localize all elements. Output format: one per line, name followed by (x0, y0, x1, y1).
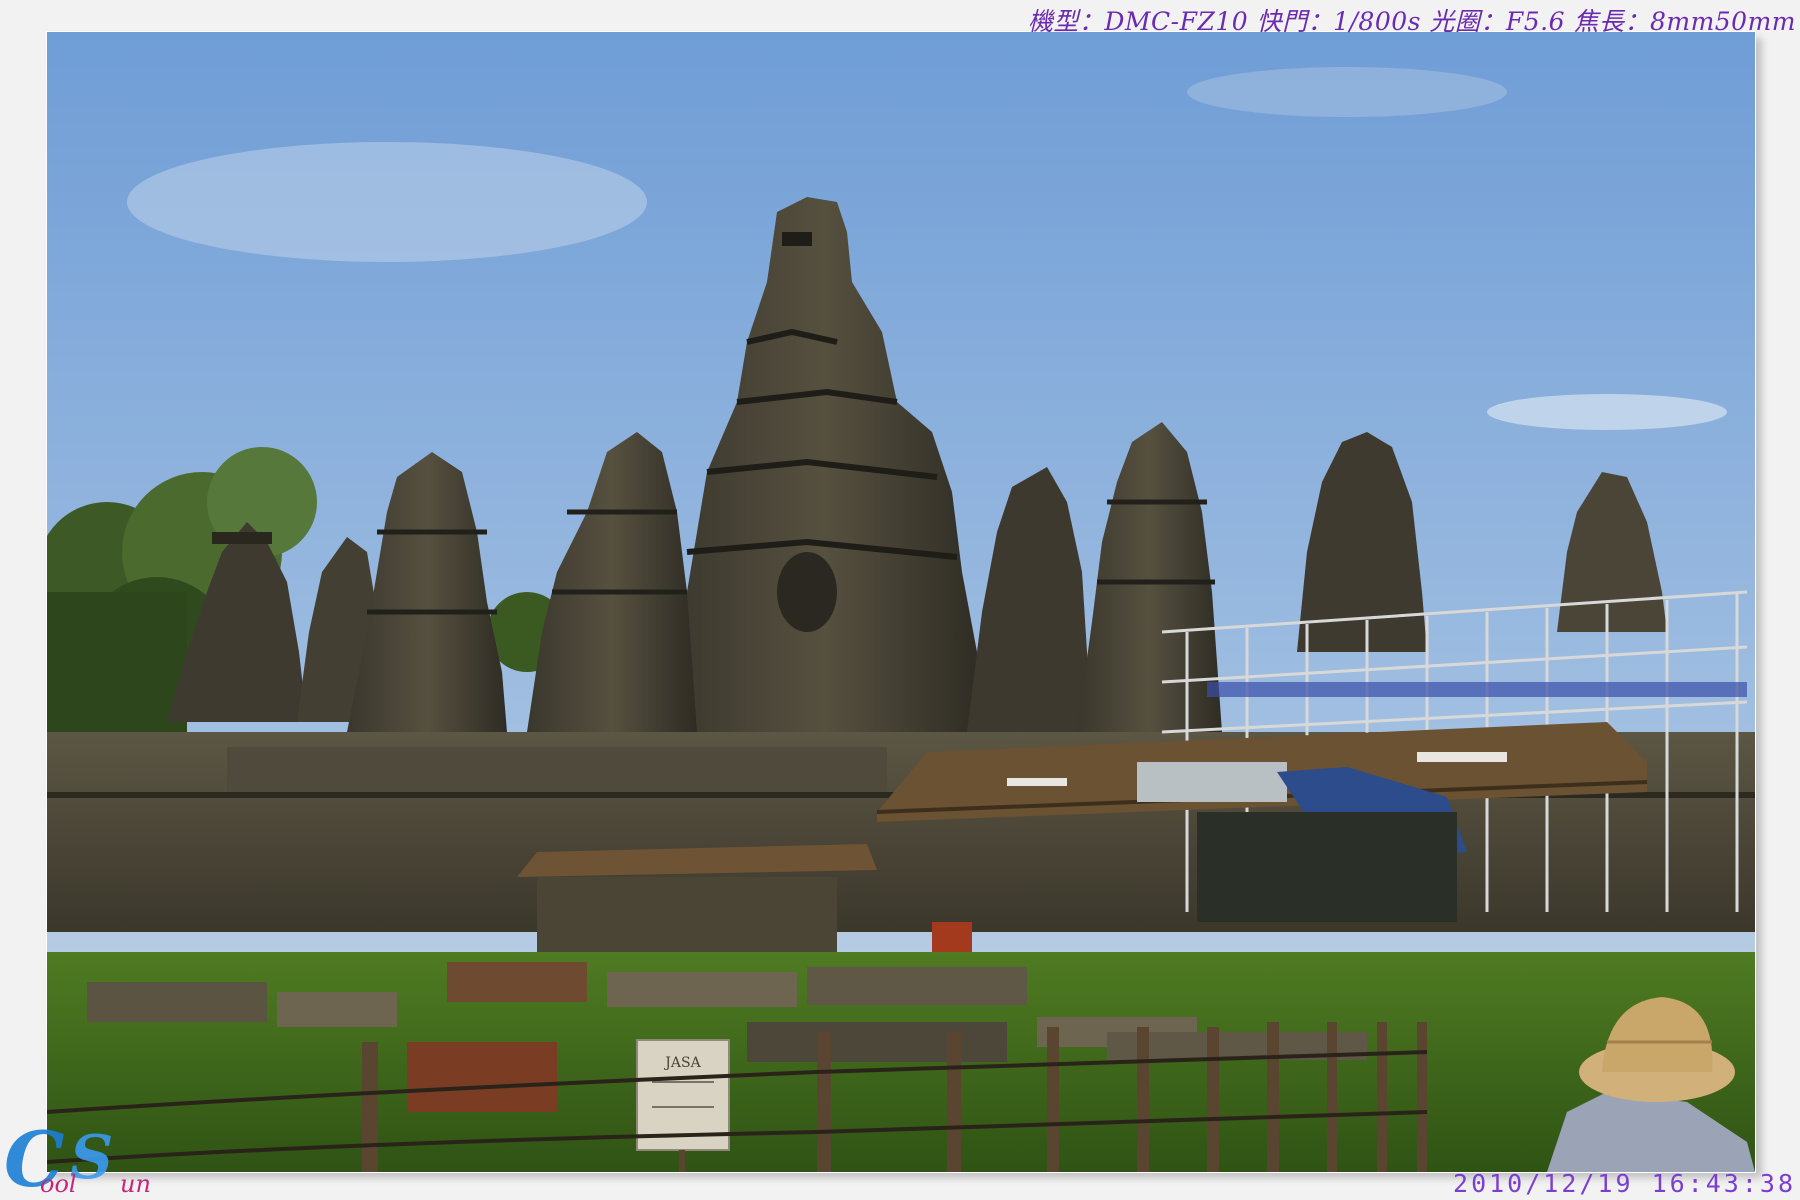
exif-info-caption: 機型：DMC-FZ10 快門：1/800s 光圈：F5.6 焦長：8mm50mm (1027, 7, 1796, 36)
temple-photo: JASA (46, 31, 1756, 1173)
bayon-temple-scene: JASA (47, 32, 1755, 1172)
svg-text:ool: ool (40, 1170, 77, 1198)
date-timestamp: 2010/12/19 16:43:38 (1453, 1169, 1796, 1198)
svg-text:un: un (120, 1170, 151, 1198)
sign-text: JASA (663, 1055, 701, 1071)
coolsun-logo: C S ool un (4, 1116, 151, 1198)
small-shelters (517, 844, 877, 957)
